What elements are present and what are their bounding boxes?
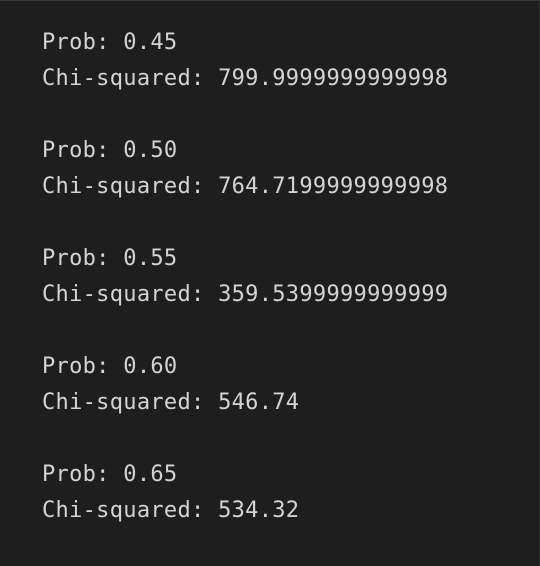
chi-squared-line: Chi-squared: 546.74	[42, 390, 300, 415]
prob-line: Prob: 0.50	[42, 138, 178, 163]
result-block: Prob: 0.60 Chi-squared: 546.74	[42, 349, 539, 421]
chi-squared-line: Chi-squared: 764.7199999999998	[42, 174, 449, 199]
result-block: Prob: 0.65 Chi-squared: 534.32	[42, 457, 539, 529]
result-block: Prob: 0.55 Chi-squared: 359.539999999999…	[42, 241, 539, 313]
result-block: Prob: 0.50 Chi-squared: 764.719999999999…	[42, 133, 539, 205]
chi-squared-line: Chi-squared: 799.9999999999998	[42, 66, 449, 91]
terminal-output-panel: Prob: 0.45 Chi-squared: 799.999999999999…	[0, 0, 540, 566]
chi-squared-line: Chi-squared: 359.5399999999999	[42, 282, 449, 307]
chi-squared-line: Chi-squared: 534.32	[42, 498, 300, 523]
prob-line: Prob: 0.55	[42, 246, 178, 271]
prob-line: Prob: 0.45	[42, 30, 178, 55]
prob-line: Prob: 0.65	[42, 462, 178, 487]
prob-line: Prob: 0.60	[42, 354, 178, 379]
result-block: Prob: 0.45 Chi-squared: 799.999999999999…	[42, 25, 539, 97]
